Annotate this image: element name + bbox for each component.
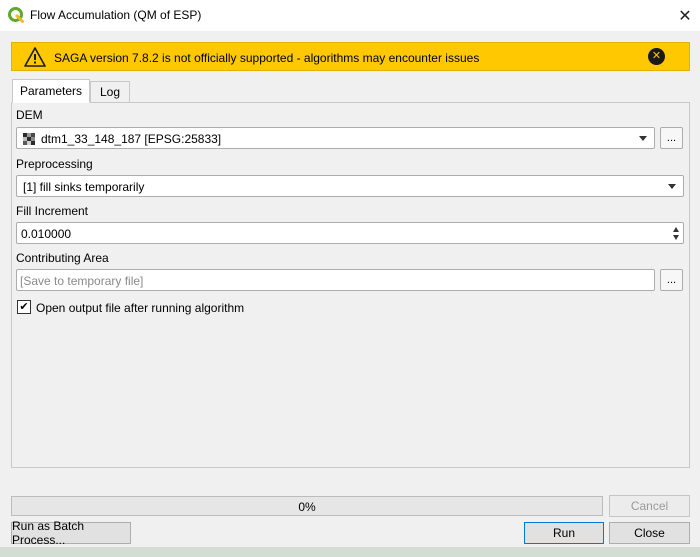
warning-message: SAGA version 7.8.2 is not officially sup…: [54, 51, 480, 65]
fill-increment-label: Fill Increment: [16, 204, 89, 218]
window-close-button[interactable]: ✕: [670, 0, 700, 31]
contributing-area-label: Contributing Area: [16, 251, 109, 265]
open-output-label: Open output file after running algorithm: [36, 301, 245, 315]
background-strip: [0, 547, 700, 557]
dem-browse-button[interactable]: ...: [660, 127, 683, 149]
close-icon: ✕: [678, 7, 692, 25]
tab-parameters[interactable]: Parameters: [12, 79, 90, 103]
contributing-area-browse-button[interactable]: ...: [660, 269, 683, 291]
dem-layer-select[interactable]: dtm1_33_148_187 [EPSG:25833]: [16, 127, 655, 149]
cancel-button[interactable]: Cancel: [609, 495, 690, 517]
close-icon: ✕: [651, 50, 662, 62]
open-output-checkbox[interactable]: ✔: [17, 300, 31, 314]
chevron-down-icon: [668, 184, 676, 189]
contributing-area-input[interactable]: [20, 273, 640, 288]
window-title: Flow Accumulation (QM of ESP): [30, 8, 202, 22]
checkmark-icon: ✔: [19, 300, 29, 313]
run-button[interactable]: Run: [524, 522, 604, 544]
preprocessing-select[interactable]: [1] fill sinks temporarily: [16, 175, 684, 197]
contributing-area-field[interactable]: [16, 269, 655, 291]
title-bar: Flow Accumulation (QM of ESP) ✕: [0, 0, 700, 31]
dem-value: dtm1_33_148_187 [EPSG:25833]: [41, 132, 222, 146]
chevron-down-icon: [639, 136, 647, 141]
fill-increment-spinbox[interactable]: 0.010000: [16, 222, 684, 244]
fill-increment-value: 0.010000: [21, 227, 72, 241]
spin-down-icon[interactable]: [673, 235, 679, 240]
qgis-logo-icon: [8, 7, 24, 23]
spin-up-icon[interactable]: [673, 227, 679, 232]
progress-bar: 0%: [11, 496, 603, 516]
preprocessing-label: Preprocessing: [16, 157, 93, 171]
warning-bar: SAGA version 7.8.2 is not officially sup…: [11, 42, 690, 71]
raster-layer-icon: [23, 133, 35, 145]
preprocessing-value: [1] fill sinks temporarily: [23, 180, 145, 194]
dem-label: DEM: [16, 108, 43, 122]
warning-triangle-icon: [24, 47, 46, 67]
warning-dismiss-button[interactable]: ✕: [648, 48, 665, 65]
tab-log[interactable]: Log: [90, 81, 130, 103]
run-as-batch-button[interactable]: Run as Batch Process...: [11, 519, 131, 547]
close-button[interactable]: Close: [609, 522, 690, 544]
progress-text: 0%: [298, 500, 316, 514]
